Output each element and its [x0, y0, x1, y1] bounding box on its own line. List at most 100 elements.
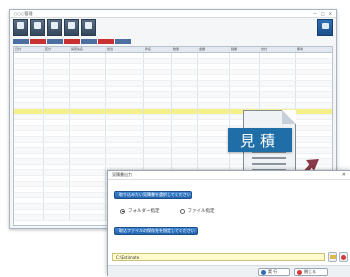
table-cell	[260, 97, 296, 103]
table-cell	[198, 142, 230, 148]
browse-folder-button[interactable]	[328, 252, 337, 262]
run-button[interactable]: 実 行	[258, 268, 290, 276]
table-cell	[14, 86, 44, 92]
table-cell	[14, 192, 44, 198]
clear-path-button[interactable]	[339, 252, 348, 262]
estimate-badge: 見積	[228, 128, 292, 152]
table-cell	[70, 103, 106, 108]
toolbar-button-2[interactable]	[30, 19, 45, 36]
table-cell	[106, 69, 144, 75]
column-header[interactable]: 数量	[172, 47, 198, 52]
table-cell	[144, 97, 172, 103]
column-header[interactable]: 備考	[296, 47, 332, 52]
table-cell	[106, 159, 144, 164]
tab[interactable]	[81, 39, 97, 44]
table-cell	[106, 75, 144, 80]
table-cell	[296, 109, 332, 114]
column-header[interactable]: 区分	[44, 47, 70, 52]
column-header[interactable]: 得意先名	[70, 47, 106, 52]
table-cell	[44, 209, 70, 215]
table-cell	[14, 69, 44, 75]
table-cell	[144, 125, 172, 131]
table-cell	[144, 159, 172, 164]
table-cell	[44, 86, 70, 92]
toolbar	[13, 19, 96, 37]
app-titlebar: ○○○管理 — □ ✕	[10, 10, 336, 18]
table-cell	[14, 209, 44, 215]
radio-file[interactable]: ファイル指定	[179, 208, 215, 214]
tab[interactable]	[115, 39, 131, 44]
table-cell	[106, 131, 144, 136]
table-cell	[106, 114, 144, 120]
table-cell	[144, 114, 172, 120]
table-cell	[198, 120, 230, 125]
column-header[interactable]: 税額	[230, 47, 260, 52]
table-cell	[260, 75, 296, 80]
table-cell	[106, 103, 144, 108]
window-close-button[interactable]: ✕	[329, 11, 332, 16]
column-header[interactable]: 日付	[14, 47, 44, 52]
list-icon	[17, 22, 24, 29]
table-cell	[260, 58, 296, 64]
minimize-button[interactable]: —	[313, 11, 317, 16]
table-cell	[198, 131, 230, 136]
table-cell	[260, 103, 296, 108]
tab[interactable]	[30, 39, 46, 44]
table-cell	[144, 108, 172, 114]
column-header[interactable]: 合計	[260, 47, 296, 52]
maximize-button[interactable]: □	[321, 11, 325, 16]
table-cell	[144, 58, 172, 64]
table-cell	[144, 142, 172, 148]
table-cell	[144, 75, 172, 80]
table-cell	[198, 64, 230, 69]
toolbar-button-4[interactable]	[64, 19, 79, 36]
table-cell	[172, 148, 198, 153]
select-folder-button[interactable]: 取り込みたい見積書を選択してください	[114, 191, 192, 199]
table-cell	[106, 164, 144, 170]
toolbar-button-3[interactable]	[47, 19, 62, 36]
table-cell	[14, 103, 44, 108]
table-cell	[14, 108, 44, 114]
table-cell	[172, 58, 198, 64]
output-location-button[interactable]: 取込ファイルの保存先を指定してください	[114, 227, 198, 235]
output-location-label: 取込ファイルの保存先を指定してください	[119, 228, 195, 233]
column-header[interactable]: 担当	[106, 47, 144, 52]
tab[interactable]	[98, 39, 114, 44]
toolbar-button-1[interactable]	[13, 19, 28, 36]
table-cell	[70, 92, 106, 97]
import-icon	[51, 22, 58, 29]
table-cell	[44, 120, 70, 125]
tab[interactable]	[47, 39, 63, 44]
toolbar-button-5[interactable]	[81, 19, 96, 36]
table-cell	[198, 53, 230, 58]
close-dialog-button[interactable]: 閉じる	[294, 268, 328, 276]
table-cell	[296, 64, 332, 69]
tab[interactable]	[13, 39, 29, 44]
table-cell	[14, 198, 44, 204]
radio-folder[interactable]: フォルダー指定	[120, 208, 160, 214]
table-cell	[70, 69, 106, 75]
table-cell	[172, 108, 198, 114]
column-header[interactable]: 金額	[198, 47, 230, 52]
table-cell	[296, 103, 332, 108]
table-cell	[70, 176, 106, 181]
table-cell	[70, 131, 106, 136]
table-cell	[44, 131, 70, 136]
table-cell	[44, 108, 70, 114]
check-icon	[261, 269, 266, 275]
table-cell	[172, 103, 198, 108]
dialog-close-icon[interactable]: ✕	[342, 172, 350, 178]
export-icon	[68, 22, 75, 29]
table-cell	[14, 125, 44, 131]
table-cell	[44, 164, 70, 170]
column-header[interactable]: 件名	[144, 47, 172, 52]
path-input[interactable]: C:\Estimate	[112, 253, 325, 261]
table-cell	[44, 58, 70, 64]
table-cell	[14, 170, 44, 176]
table-cell	[44, 136, 70, 142]
table-cell	[70, 164, 106, 170]
app-close-button[interactable]	[317, 19, 333, 36]
table-cell	[44, 125, 70, 131]
table-cell	[70, 148, 106, 153]
tab[interactable]	[64, 39, 80, 44]
